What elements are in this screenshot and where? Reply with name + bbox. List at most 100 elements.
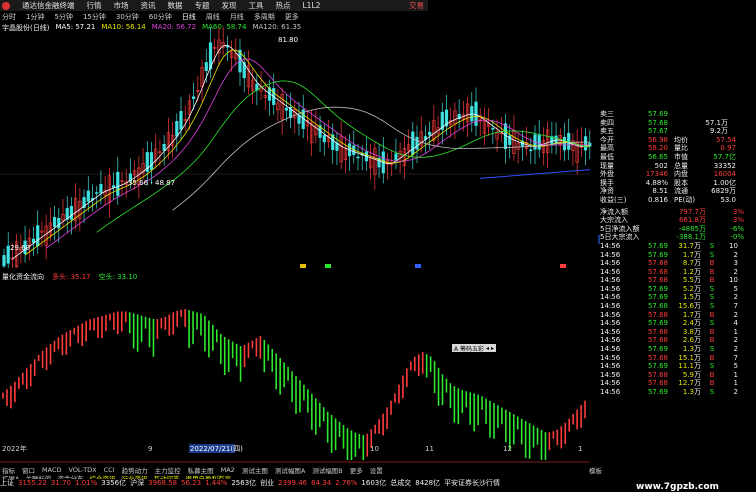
- status-item: 3155.22: [18, 479, 47, 487]
- candle-body: [356, 156, 360, 159]
- tick-volume: 1.5: [682, 293, 694, 302]
- quote-row: 最高 58.20 量比 0.97: [600, 144, 756, 153]
- tick-time: 14:56: [600, 310, 621, 319]
- candle-body: [111, 185, 116, 188]
- tick-volume: 11.1: [678, 362, 694, 371]
- indicator-tab[interactable]: 测试幅图A: [275, 465, 305, 475]
- tick-direction: B: [709, 336, 715, 345]
- quote-row: 最低 56.65 市值 57.7亿: [600, 153, 756, 162]
- candlestick-chart[interactable]: 60.0050.0040.0030.0081.8029.6035.66 - 48…: [0, 22, 600, 268]
- ma-line: [96, 80, 590, 233]
- tick-count: 1: [733, 370, 738, 379]
- quote-label: 最低: [600, 152, 614, 161]
- indicator-tab[interactable]: 更多: [350, 465, 363, 475]
- chip-navigator[interactable]: A 筹码五彩 ◂ ▸: [452, 344, 497, 353]
- menu-bar: 通达信金融终端 行情 市场 资讯 数据 专题 发现 工具 热点 L1L2 交易: [0, 0, 428, 11]
- menu-item[interactable]: L1L2: [303, 1, 321, 10]
- tick-unit: 万: [694, 388, 701, 396]
- period-tab[interactable]: 5分钟: [54, 12, 72, 22]
- status-item: 2.76%: [335, 479, 358, 487]
- period-tab[interactable]: 1分钟: [26, 12, 44, 22]
- quote-label: 卖三: [600, 110, 614, 118]
- status-item: 56.23: [181, 479, 202, 487]
- tick-unit: 万: [694, 379, 701, 388]
- nav-right-icon[interactable]: ▸: [491, 345, 494, 352]
- period-tab[interactable]: 60分钟: [149, 12, 172, 22]
- menu-item[interactable]: 工具: [249, 0, 264, 11]
- tick-count: 2: [733, 250, 738, 259]
- period-tab[interactable]: 月线: [230, 12, 244, 22]
- tick-price: 57.69: [647, 284, 668, 293]
- flow-pct: 3%: [732, 216, 744, 225]
- indicator-tab[interactable]: 测试幅图B: [312, 465, 342, 475]
- quote-label: 净资: [600, 187, 614, 196]
- menu-item[interactable]: 市场: [114, 0, 129, 11]
- period-tab[interactable]: 日线: [182, 12, 196, 22]
- quote-value: 17346: [645, 170, 668, 179]
- menu-item[interactable]: 热点: [276, 0, 291, 11]
- event-marker-icon[interactable]: [325, 264, 331, 268]
- event-marker-icon[interactable]: [300, 264, 306, 268]
- indicator-tab[interactable]: 测试主图: [242, 465, 268, 475]
- date-tick: 9: [148, 445, 152, 453]
- menu-item[interactable]: 资讯: [141, 0, 156, 11]
- quote-value2: 57.54: [715, 135, 736, 144]
- period-tab[interactable]: 分时: [2, 12, 16, 22]
- quote-panel: 卖三 57.69 卖四 57.68 57.1万 卖五 57.67 9.2万 今开 56.98 均价 5…: [600, 110, 756, 485]
- quote-vol: 57.1万: [705, 118, 728, 127]
- tick-unit: 万: [694, 284, 701, 293]
- period-tab[interactable]: 多周期: [254, 12, 275, 22]
- period-tab[interactable]: 周线: [206, 12, 220, 22]
- candle-body: [149, 152, 154, 171]
- candle-body: [95, 192, 99, 194]
- period-tab[interactable]: 15分钟: [83, 12, 106, 22]
- tick-count: 2: [733, 345, 738, 354]
- candle-body: [175, 121, 179, 137]
- tick-direction: B: [709, 353, 715, 362]
- fund-flow-chart[interactable]: 80.0070.0060.0050.0040.0030.0020.002022年…: [0, 270, 600, 464]
- nav-left-icon[interactable]: ◂: [486, 345, 489, 352]
- trade-button[interactable]: 交易: [409, 0, 424, 11]
- period-tab[interactable]: 30分钟: [116, 12, 139, 22]
- tick-row: 14:56 57.68 15.6 万 S 7: [600, 302, 756, 311]
- candle-body: [415, 136, 419, 150]
- tick-price: 57.68: [647, 302, 668, 311]
- tick-price: 57.68: [647, 267, 668, 276]
- quote-value2: 6829万: [711, 187, 736, 196]
- tick-time: 14:56: [600, 370, 621, 379]
- menu-item[interactable]: 发现: [222, 0, 237, 11]
- candle-body: [179, 111, 183, 130]
- tick-row: 14:56 57.69 1.5 万 S 2: [600, 293, 756, 302]
- period-tab[interactable]: 更多: [285, 12, 299, 22]
- tick-row: 14:56 57.68 1.7 万 B 2: [600, 311, 756, 320]
- quote-value: 8.51: [652, 187, 668, 196]
- event-marker-icon[interactable]: [415, 264, 421, 268]
- menu-item[interactable]: 数据: [168, 0, 183, 11]
- candle-body: [529, 149, 533, 152]
- tick-direction: S: [709, 241, 715, 250]
- tick-price: 57.69: [647, 241, 668, 250]
- tick-unit: 万: [694, 250, 701, 259]
- tick-volume: 15.1: [678, 353, 694, 362]
- tick-time: 14:56: [600, 345, 621, 354]
- quote-label2: 内盘: [674, 170, 688, 179]
- quote-value: 502: [654, 161, 668, 170]
- menu-item[interactable]: 专题: [195, 0, 210, 11]
- tick-unit: 万: [694, 259, 701, 268]
- candle-body: [99, 183, 103, 194]
- tick-price: 57.69: [647, 293, 668, 302]
- tick-unit: 万: [694, 345, 701, 354]
- event-marker-icon[interactable]: [560, 264, 566, 268]
- ma-line: [12, 44, 590, 260]
- tick-direction: S: [709, 302, 715, 311]
- tick-count: 10: [729, 276, 738, 285]
- tick-row: 14:56 57.68 5.5 万 B 10: [600, 276, 756, 285]
- tick-row: 14:56 57.69 2.4 万 S 4: [600, 319, 756, 328]
- indicator-tab[interactable]: 设置: [370, 465, 383, 475]
- quote-label: 外盘: [600, 170, 614, 179]
- menu-item[interactable]: 行情: [87, 0, 102, 11]
- tick-volume: 1.7: [682, 250, 694, 259]
- quote-value: 57.68: [647, 118, 668, 127]
- range-annotation: 35.66 - 48.87: [128, 179, 175, 187]
- tick-unit: 万: [694, 293, 701, 302]
